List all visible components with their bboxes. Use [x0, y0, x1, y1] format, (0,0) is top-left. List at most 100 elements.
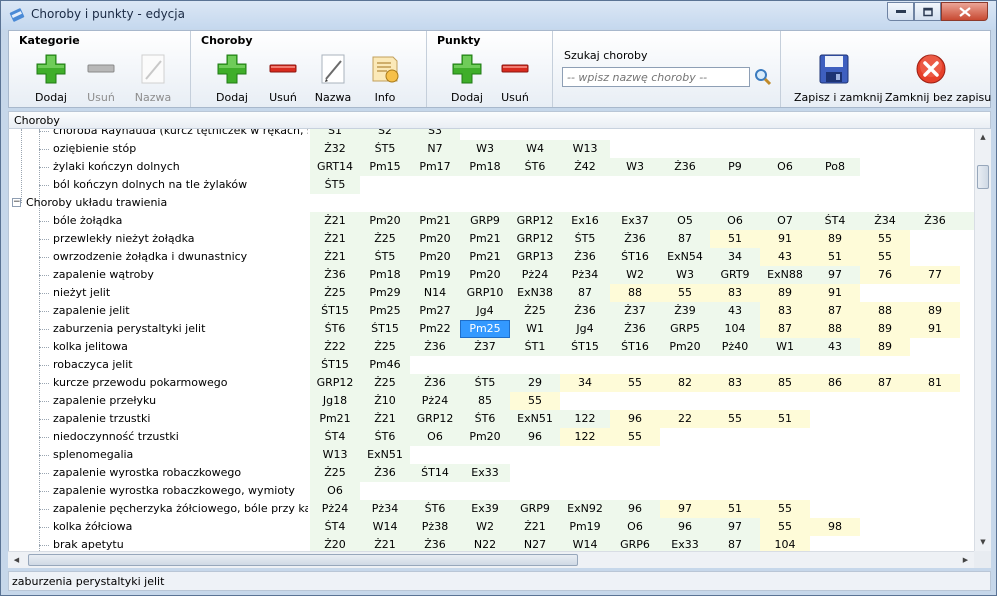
grid-cell[interactable]: Ż10	[360, 392, 410, 410]
horizontal-scrollbar[interactable]: ◀ ▶	[8, 551, 974, 568]
grid-cell[interactable]: Ż36	[410, 536, 460, 551]
grid-cell[interactable]: ŚT1	[510, 338, 560, 356]
grid-cell[interactable]: GRP9	[510, 500, 560, 518]
grid-cell[interactable]: 85	[760, 374, 810, 392]
grid-cell[interactable]: Ż34	[860, 212, 910, 230]
grid-cell[interactable]: 51	[710, 500, 760, 518]
grid-cell[interactable]: N22	[460, 536, 510, 551]
grid-cell[interactable]: GRP10	[460, 284, 510, 302]
grid-cell[interactable]: 55	[510, 392, 560, 410]
grid-cell[interactable]: Ż22	[310, 338, 360, 356]
search-icon[interactable]	[754, 68, 772, 86]
grid-cell[interactable]: Pm21	[310, 410, 360, 428]
grid-cell[interactable]: Ż36	[910, 212, 960, 230]
grid-cell[interactable]: 97	[710, 518, 760, 536]
grid-cell[interactable]: Pm20	[360, 212, 410, 230]
collapse-icon[interactable]: −	[12, 198, 21, 207]
grid-cell[interactable]: GRP12	[310, 374, 360, 392]
grid-cell[interactable]: W3	[660, 266, 710, 284]
grid-cell[interactable]: O6	[310, 482, 360, 500]
grid-cell[interactable]: Po8	[810, 158, 860, 176]
tree-row[interactable]: robaczyca jelit ŚT15 Pm46	[9, 356, 974, 374]
grid-cell[interactable]: 91	[910, 320, 960, 338]
grid-cell[interactable]: Pm29	[360, 284, 410, 302]
vertical-scrollbar[interactable]: ▲ ▼	[974, 129, 991, 551]
grid-cell[interactable]: 22	[660, 410, 710, 428]
grid-cell[interactable]: Ż21	[310, 248, 360, 266]
tree-row[interactable]: zapalenie wyrostka robaczkowego, wymioty…	[9, 482, 974, 500]
grid-cell[interactable]: Ż37	[460, 338, 510, 356]
grid-cell[interactable]: ŚT4	[810, 212, 860, 230]
grid-cell[interactable]: O6	[410, 428, 460, 446]
grid-cell[interactable]: 86	[810, 374, 860, 392]
grid-cell[interactable]: ŚT5	[360, 248, 410, 266]
grid-cell[interactable]: W13	[560, 140, 610, 158]
grid-cell[interactable]: Ż25	[310, 284, 360, 302]
grid-cell[interactable]: ŚT6	[360, 428, 410, 446]
grid-cell[interactable]: W13	[310, 446, 360, 464]
grid-cell[interactable]: Ś1	[310, 129, 360, 140]
grid-cell[interactable]: O6	[610, 518, 660, 536]
grid-cell[interactable]: 96	[610, 500, 660, 518]
grid-cell[interactable]: 34	[560, 374, 610, 392]
grid-cell[interactable]: GRP6	[610, 536, 660, 551]
grid-cell[interactable]: 55	[760, 500, 810, 518]
grid-cell[interactable]: Pż24	[410, 392, 460, 410]
grid-cell[interactable]: ŚT14	[410, 464, 460, 482]
grid-cell[interactable]: 96	[510, 428, 560, 446]
grid-cell[interactable]: Ż21	[360, 410, 410, 428]
grid-cell[interactable]: GRP12	[510, 212, 560, 230]
grid-cell[interactable]: Pż38	[410, 518, 460, 536]
grid-cell[interactable]: Ż36	[410, 374, 460, 392]
grid-cell[interactable]: ExN92	[560, 500, 610, 518]
grid-cell[interactable]: 81	[910, 374, 960, 392]
grid-cell[interactable]: 89	[860, 338, 910, 356]
grid-cell[interactable]: ŚT16	[610, 248, 660, 266]
grid-cell[interactable]: Ż21	[310, 230, 360, 248]
grid-cell[interactable]: 88	[610, 284, 660, 302]
grid-cell[interactable]: Ż36	[360, 464, 410, 482]
grid-cell[interactable]: ŚT15	[310, 302, 360, 320]
tree-row[interactable]: zapalenie trzustki Pm21 Ż21 GRP12 ŚT6 ExN51 12…	[9, 410, 974, 428]
grid-cell[interactable]: Pm21	[410, 212, 460, 230]
tree-header[interactable]: Choroby	[8, 111, 991, 129]
grid-cell[interactable]: GRP13	[510, 248, 560, 266]
tree-row[interactable]: żylaki kończyn dolnych GRT14 Pm15 Pm17 Pm18 Ś…	[9, 158, 974, 176]
grid-cell[interactable]: O5	[660, 212, 710, 230]
tree-row[interactable]: kolka jelitowa Ż22 Ż25 Ż36 Ż37 ŚT1 ŚT15 ŚT16 Pm2…	[9, 338, 974, 356]
grid-cell[interactable]: Ż36	[410, 338, 460, 356]
grid-cell[interactable]: 89	[860, 320, 910, 338]
grid-cell[interactable]: 51	[710, 230, 760, 248]
grid-cell[interactable]: N14	[410, 284, 460, 302]
grid-cell[interactable]: Ż36	[560, 302, 610, 320]
grid-cell[interactable]: ŚT6	[310, 320, 360, 338]
grid-cell[interactable]: 96	[660, 518, 710, 536]
grid-cell[interactable]: 104	[710, 320, 760, 338]
grid-cell[interactable]: 87	[660, 230, 710, 248]
grid-cell[interactable]: Ś3	[410, 129, 460, 140]
grid-cell[interactable]: ExN38	[510, 284, 560, 302]
tree-row[interactable]: kolka żółciowa ŚT4 W14 Pż38 W2 Ż21 Pm19 O6 96 97 5…	[9, 518, 974, 536]
grid-cell[interactable]: Pm17	[410, 158, 460, 176]
tree-row[interactable]: choroba Raynauda (kurcz tętniczek w ręka…	[9, 129, 974, 140]
grid-cell[interactable]: W1	[510, 320, 560, 338]
grid-cell[interactable]: 83	[710, 284, 760, 302]
grid-cell[interactable]: ŚT6	[460, 410, 510, 428]
minimize-button[interactable]	[887, 2, 914, 21]
grid-cell[interactable]: 104	[760, 536, 810, 551]
grid-cell[interactable]: ŚT5	[560, 230, 610, 248]
grid-cell[interactable]: N27	[510, 536, 560, 551]
title-bar[interactable]: Choroby i punkty - edycja	[1, 1, 996, 29]
grid-cell[interactable]: ŚT5	[360, 140, 410, 158]
grid-cell[interactable]: Ex37	[610, 212, 660, 230]
grid-cell[interactable]: W3	[460, 140, 510, 158]
grid-cell[interactable]: ŚT6	[510, 158, 560, 176]
grid-cell[interactable]: ŚT6	[410, 500, 460, 518]
grid-cell[interactable]: E	[960, 212, 974, 230]
choroby-add-button[interactable]: Dodaj	[208, 51, 256, 104]
grid-cell[interactable]: Ż25	[510, 302, 560, 320]
grid-cell[interactable]: 55	[860, 230, 910, 248]
grid-cell[interactable]: Ż21	[310, 212, 360, 230]
kategorie-name-button[interactable]: Nazwa	[129, 51, 177, 104]
grid-cell[interactable]: 83	[760, 302, 810, 320]
